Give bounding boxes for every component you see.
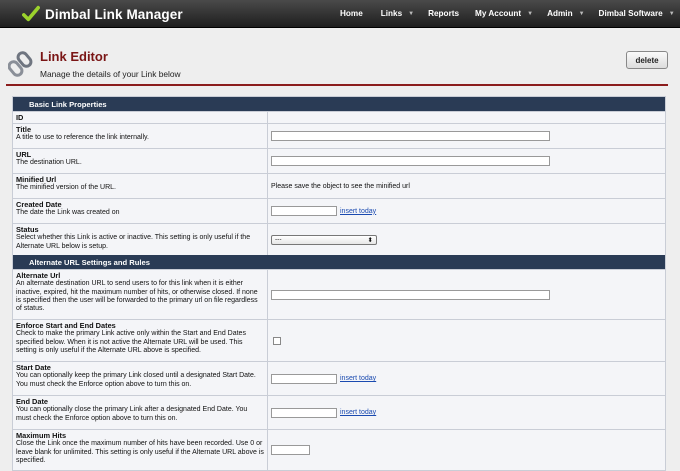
field-description: Close the Link once the maximum number o…	[16, 440, 264, 464]
section-header-alternate: Alternate URL Settings and Rules	[13, 255, 665, 269]
field-label: Status	[16, 225, 39, 234]
nav-reports[interactable]: Reports	[428, 9, 459, 18]
nav-home[interactable]: Home	[340, 9, 363, 18]
maximum-hits-input[interactable]	[271, 445, 310, 455]
section-header-basic: Basic Link Properties	[13, 97, 665, 111]
form-row-minified-url: Minified Url The minified version of the…	[13, 173, 665, 198]
field-description: You can optionally keep the primary Link…	[16, 372, 256, 388]
form-row-id: ID	[13, 111, 665, 123]
minified-url-value: Please save the object to see the minifi…	[271, 182, 410, 190]
form-row-created-date: Created Date The date the Link was creat…	[13, 198, 665, 223]
form-row-start-date: Start Date You can optionally keep the p…	[13, 361, 665, 395]
field-description: An alternate destination URL to send use…	[16, 280, 258, 313]
field-label: Created Date	[16, 200, 62, 209]
field-description: Select whether this Link is active or in…	[16, 234, 251, 250]
field-description: The date the Link was created on	[16, 209, 120, 217]
field-label: Maximum Hits	[16, 431, 67, 440]
header-divider	[6, 84, 668, 86]
form-row-enforce-dates: Enforce Start and End Dates Check to mak…	[13, 319, 665, 361]
nav-admin[interactable]: Admin ▼	[547, 9, 584, 18]
main-nav: Home Links ▼ Reports My Account ▼ Admin ▼ D…	[340, 0, 675, 27]
page-subtitle: Manage the details of your Link below	[40, 69, 181, 79]
brand[interactable]: Dimbal Link Manager	[22, 4, 183, 24]
page-title: Link Editor	[40, 49, 108, 64]
form-row-end-date: End Date You can optionally close the pr…	[13, 395, 665, 429]
caret-down-icon: ▼	[527, 10, 534, 17]
insert-today-link[interactable]: insert today	[340, 375, 376, 382]
field-description: Check to make the primary Link active on…	[16, 330, 246, 354]
delete-button[interactable]: delete	[626, 51, 668, 69]
created-date-input[interactable]	[271, 206, 337, 216]
status-select[interactable]: --- ⬍	[271, 234, 377, 245]
title-input[interactable]	[271, 131, 550, 141]
field-label: Start Date	[16, 363, 51, 372]
field-description: A title to use to reference the link int…	[16, 134, 149, 142]
field-label: Title	[16, 125, 32, 134]
caret-down-icon: ▼	[668, 10, 675, 17]
form-row-alternate-url: Alternate Url An alternate destination U…	[13, 269, 665, 319]
app-name: Dimbal Link Manager	[45, 6, 183, 22]
checkmark-logo-icon	[22, 5, 40, 22]
form-row-status: Status Select whether this Link is activ…	[13, 223, 665, 255]
field-label: URL	[16, 150, 32, 159]
field-label: Alternate Url	[16, 271, 61, 280]
nav-my-account[interactable]: My Account ▼	[475, 9, 533, 18]
updown-arrows-icon: ⬍	[367, 236, 373, 244]
field-label: ID	[16, 113, 24, 122]
start-date-input[interactable]	[271, 373, 337, 384]
nav-dimbal-software[interactable]: Dimbal Software ▼	[599, 9, 675, 18]
insert-today-link[interactable]: insert today	[340, 409, 376, 416]
form-row-url: URL The destination URL.	[13, 148, 665, 173]
enforce-dates-checkbox[interactable]	[273, 336, 281, 345]
url-input[interactable]	[271, 156, 550, 166]
field-label: Minified Url	[16, 175, 57, 184]
insert-today-link[interactable]: insert today	[340, 208, 376, 215]
form-row-title: Title A title to use to reference the li…	[13, 123, 665, 148]
field-description: You can optionally close the primary Lin…	[16, 406, 248, 422]
chain-link-icon	[8, 51, 33, 77]
field-label: Enforce Start and End Dates	[16, 321, 116, 330]
caret-down-icon: ▼	[408, 10, 415, 17]
top-nav-bar: Dimbal Link Manager Home Links ▼ Reports …	[0, 0, 680, 28]
end-date-input[interactable]	[271, 407, 337, 418]
alternate-url-input[interactable]	[271, 289, 550, 300]
link-form: Basic Link Properties ID Title A title t…	[12, 96, 666, 471]
form-row-maximum-hits: Maximum Hits Close the Link once the max…	[13, 429, 665, 470]
field-description: The minified version of the URL.	[16, 184, 116, 192]
field-description: The destination URL.	[16, 159, 82, 167]
nav-links[interactable]: Links ▼	[381, 9, 414, 18]
caret-down-icon: ▼	[578, 10, 585, 17]
field-label: End Date	[16, 397, 49, 406]
